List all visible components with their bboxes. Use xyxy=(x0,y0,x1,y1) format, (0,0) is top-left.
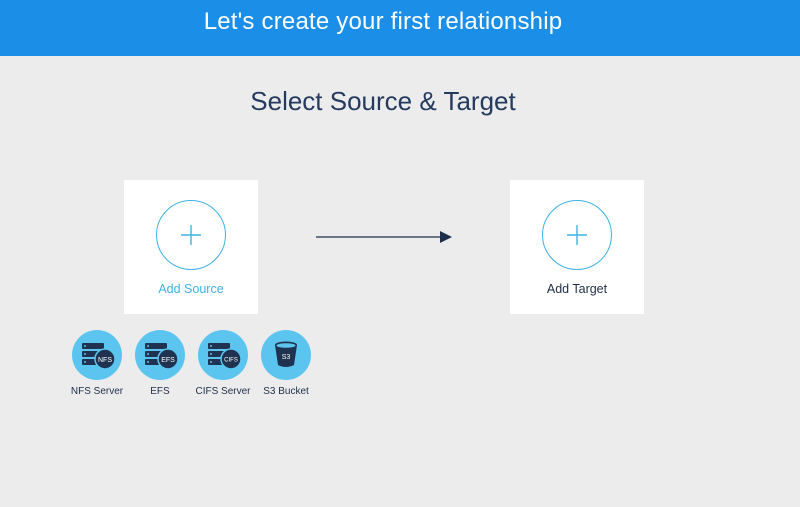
add-target-button[interactable] xyxy=(542,200,612,270)
server-icon: NFS xyxy=(72,330,122,380)
section-title: Select Source & Target xyxy=(250,86,516,116)
header-title: Let's create your first relationship xyxy=(203,8,563,35)
endpoint-label: EFS xyxy=(150,386,170,397)
endpoint-cifs-server[interactable]: CIFS CIFS Server xyxy=(188,330,258,397)
bucket-icon: S3 xyxy=(261,330,311,380)
add-source-button[interactable] xyxy=(156,200,226,270)
endpoint-efs[interactable]: EFS EFS xyxy=(125,330,195,397)
plus-icon xyxy=(567,225,587,245)
svg-text:NFS: NFS xyxy=(98,357,112,364)
endpoint-label: NFS Server xyxy=(70,386,124,397)
endpoint-label: S3 Bucket xyxy=(263,386,309,397)
svg-text:S3: S3 xyxy=(282,354,291,361)
svg-text:EFS: EFS xyxy=(161,357,175,364)
server-icon: CIFS xyxy=(198,330,248,380)
header-bar: Let's create your first relationship xyxy=(0,0,800,56)
source-card[interactable]: Add Source xyxy=(124,180,258,314)
arrow-right-icon xyxy=(316,231,452,243)
endpoint-s3-bucket[interactable]: S3 S3 Bucket xyxy=(251,330,321,397)
endpoint-label: CIFS Server xyxy=(195,386,251,397)
svg-text:CIFS: CIFS xyxy=(224,358,238,364)
endpoint-nfs-server[interactable]: NFS NFS Server xyxy=(62,330,132,397)
plus-icon xyxy=(181,225,201,245)
add-target-label[interactable]: Add Target xyxy=(510,282,644,296)
add-source-label[interactable]: Add Source xyxy=(124,282,258,296)
target-card[interactable]: Add Target xyxy=(510,180,644,314)
server-icon: EFS xyxy=(135,330,185,380)
